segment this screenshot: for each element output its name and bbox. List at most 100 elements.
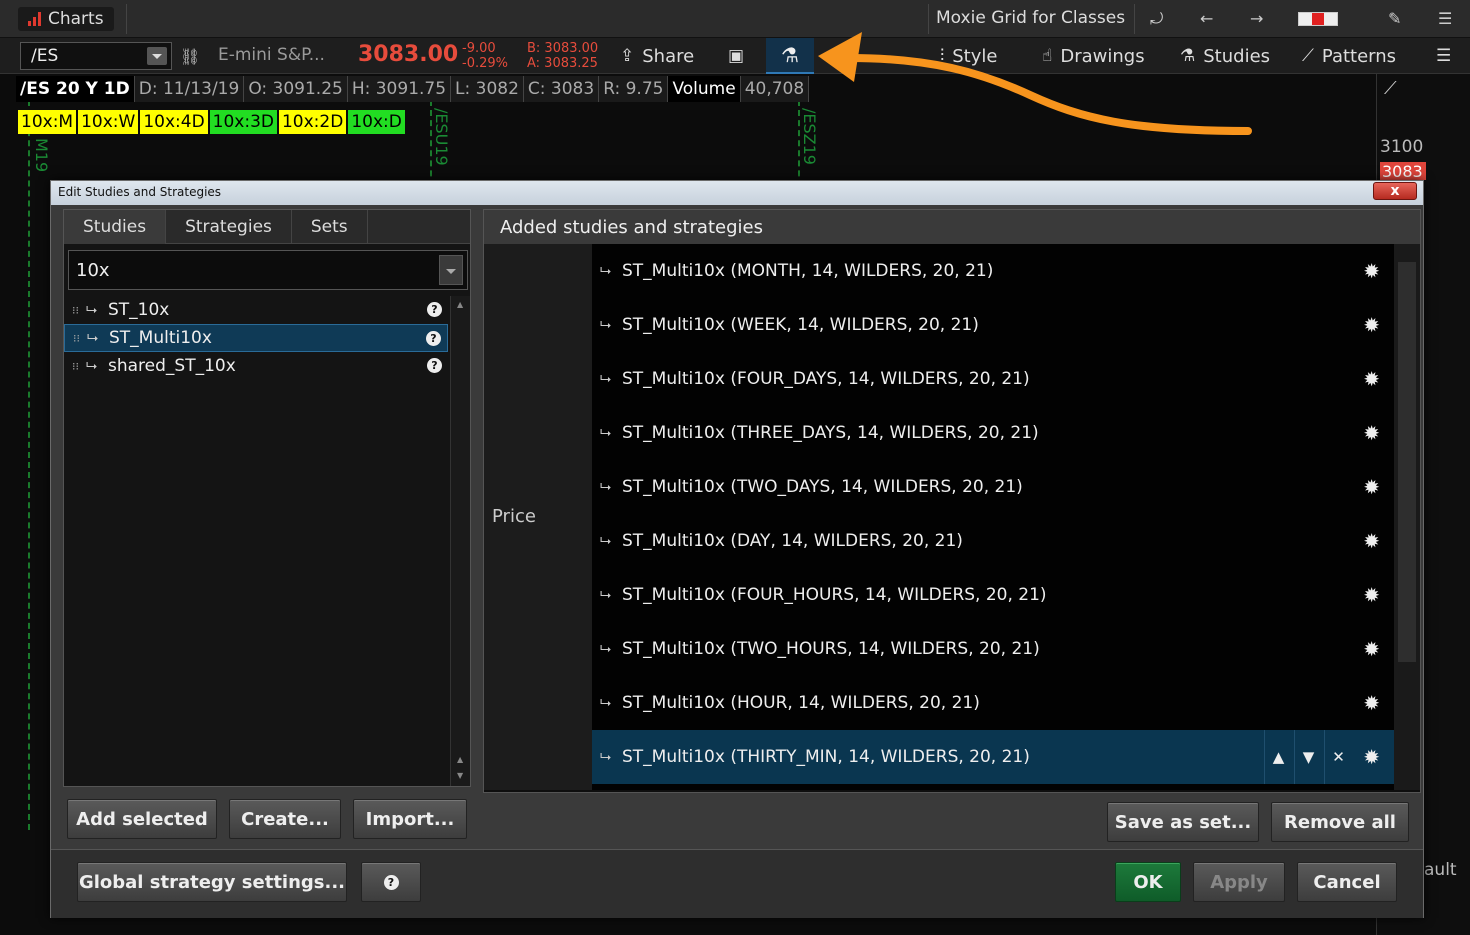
- study-list: ⁝⁝ ⮡ ST_10x ? ⁝⁝ ⮡ ST_Multi10x ? ⁝⁝ ⮡ sh…: [64, 296, 448, 786]
- study-script-icon: ⮡: [86, 302, 98, 318]
- expiry-label: M19: [32, 138, 51, 173]
- table-row[interactable]: ⮡ ST_Multi10x (HOUR, 14, WILDERS, 20, 21…: [592, 676, 1394, 730]
- table-row[interactable]: ⮡ ST_Multi10x (WEEK, 14, WILDERS, 20, 21…: [592, 298, 1394, 352]
- added-list-scrollbar[interactable]: [1394, 244, 1420, 790]
- chevron-down-icon[interactable]: [147, 47, 167, 65]
- tab-sets[interactable]: Sets: [292, 210, 368, 244]
- help-icon[interactable]: ?: [426, 331, 441, 346]
- remove-icon[interactable]: ✕: [1324, 730, 1352, 784]
- study-search-input[interactable]: 10x: [68, 250, 468, 290]
- gear-icon[interactable]: ✹: [1363, 691, 1380, 715]
- tab-studies[interactable]: Studies: [64, 210, 167, 244]
- back-arrow-icon[interactable]: ←: [1200, 9, 1213, 28]
- grid-name[interactable]: Moxie Grid for Classes: [936, 8, 1125, 28]
- study-label: 10x:2D: [278, 110, 347, 134]
- gear-icon[interactable]: ✹: [1363, 421, 1380, 445]
- forward-arrow-icon[interactable]: →: [1250, 9, 1263, 28]
- last-price: 3083.00: [358, 42, 459, 67]
- drag-handle-icon[interactable]: ⁝⁝: [72, 360, 86, 373]
- gear-icon[interactable]: ✹: [1363, 259, 1380, 283]
- price-group: Price: [484, 244, 592, 790]
- scroll-up-icon[interactable]: ▲: [457, 755, 463, 764]
- gear-icon[interactable]: ✹: [1363, 367, 1380, 391]
- screenshot-button[interactable]: ▣: [728, 38, 744, 74]
- chart-settings-icon[interactable]: ⟋: [1384, 78, 1397, 99]
- titlebar-divider: [1134, 4, 1135, 34]
- gear-icon[interactable]: ✹: [1363, 529, 1380, 553]
- scroll-down-icon[interactable]: ▼: [457, 771, 463, 780]
- drag-handle-icon[interactable]: ⁝⁝: [72, 304, 86, 317]
- table-row[interactable]: ⮡ ST_Multi10x (DAY, 14, WILDERS, 20, 21)…: [592, 514, 1394, 568]
- chevron-down-icon[interactable]: [439, 255, 463, 285]
- expiry-line: [28, 100, 30, 830]
- table-row[interactable]: ⮡ ST_Multi10x (TWO_HOURS, 14, WILDERS, 2…: [592, 622, 1394, 676]
- scroll-up-icon[interactable]: ▲: [457, 300, 463, 309]
- study-script-icon: ⮡: [600, 479, 612, 495]
- scrollbar-thumb[interactable]: [1398, 262, 1416, 662]
- ask-value: A: 3083.25: [527, 56, 598, 71]
- table-row[interactable]: ⮡ ST_Multi10x (THIRTY_MIN, 14, WILDERS, …: [592, 730, 1394, 784]
- patterns-button[interactable]: ⟋ Patterns: [1302, 38, 1396, 74]
- added-study-name: ST_Multi10x (TWO_HOURS, 14, WILDERS, 20,…: [622, 639, 1040, 659]
- info-range: R: 9.75: [599, 76, 669, 102]
- move-up-icon[interactable]: ▲: [1264, 730, 1292, 784]
- help-icon[interactable]: ?: [427, 302, 442, 317]
- ok-button[interactable]: OK: [1115, 862, 1181, 902]
- info-date: D: 11/13/19: [134, 76, 245, 102]
- menu-list-icon[interactable]: ☰: [1438, 9, 1452, 28]
- remove-all-button[interactable]: Remove all: [1271, 802, 1409, 842]
- studies-button[interactable]: ⚗ Studies: [1180, 38, 1270, 74]
- gear-icon[interactable]: ✹: [1363, 313, 1380, 337]
- flask-icon: ⚗: [1180, 46, 1196, 66]
- style-icon: ⫶: [940, 46, 945, 66]
- info-volume-label: Volume: [668, 76, 741, 102]
- close-button[interactable]: x: [1373, 182, 1417, 200]
- gear-icon[interactable]: ✹: [1363, 637, 1380, 661]
- table-row[interactable]: ⮡ ST_Multi10x (MONTH, 14, WILDERS, 20, 2…: [592, 244, 1394, 298]
- help-button[interactable]: ?: [361, 862, 421, 902]
- save-as-set-button[interactable]: Save as set...: [1107, 802, 1259, 842]
- move-down-icon[interactable]: ▼: [1294, 730, 1322, 784]
- bid-ask: B: 3083.00 A: 3083.25: [527, 41, 598, 71]
- table-row[interactable]: ⮡ ST_Multi10x (FOUR_DAYS, 14, WILDERS, 2…: [592, 352, 1394, 406]
- gear-icon[interactable]: ✹: [1363, 583, 1380, 607]
- drag-handle-icon[interactable]: ⁝⁝: [73, 332, 87, 345]
- list-item[interactable]: ⁝⁝ ⮡ ST_10x ?: [64, 296, 448, 324]
- apply-button[interactable]: Apply: [1193, 862, 1285, 902]
- tab-strategies[interactable]: Strategies: [166, 210, 292, 244]
- edit-studies-button[interactable]: ⚗: [766, 38, 814, 74]
- titlebar-divider: [126, 4, 127, 34]
- share-button[interactable]: ⇪ Share: [620, 38, 694, 74]
- change-percent: -0.29%: [462, 56, 508, 71]
- link-icon[interactable]: ⛓: [180, 47, 200, 66]
- studies-library-panel: Studies Strategies Sets 10x ⁝⁝ ⮡ ST_10x …: [63, 209, 471, 787]
- pin-icon[interactable]: ✎: [1388, 9, 1401, 28]
- study-list-scrollbar[interactable]: ▲ ▲ ▼: [450, 296, 470, 786]
- gear-icon[interactable]: ✹: [1363, 475, 1380, 499]
- charts-tab[interactable]: Charts: [18, 7, 114, 31]
- list-item[interactable]: ⁝⁝ ⮡ shared_ST_10x ?: [64, 352, 448, 380]
- add-selected-button[interactable]: Add selected: [67, 799, 217, 839]
- help-icon[interactable]: ?: [427, 358, 442, 373]
- create-button[interactable]: Create...: [229, 799, 341, 839]
- gear-icon[interactable]: ✹: [1363, 745, 1380, 769]
- style-button[interactable]: ⫶ Style: [940, 38, 997, 74]
- chart-bars-icon: [28, 12, 41, 26]
- symbol-input[interactable]: /ES: [20, 42, 172, 70]
- table-row[interactable]: ⮡ ST_Multi10x (THREE_DAYS, 14, WILDERS, …: [592, 406, 1394, 460]
- table-row[interactable]: ⮡ ST_Multi10x (TWO_DAYS, 14, WILDERS, 20…: [592, 460, 1394, 514]
- global-strategy-settings-button[interactable]: Global strategy settings...: [77, 862, 347, 902]
- drawings-button[interactable]: ☝ Drawings: [1042, 38, 1145, 74]
- rotate-icon[interactable]: ⤾: [1150, 9, 1163, 29]
- link-color-picker[interactable]: [1298, 12, 1338, 26]
- toolbar-menu-button[interactable]: ☰: [1436, 38, 1451, 74]
- study-label: 10x:M: [18, 110, 77, 134]
- study-label: 10x:W: [78, 110, 139, 134]
- table-row[interactable]: ⮡ ST_Multi10x (FOUR_HOURS, 14, WILDERS, …: [592, 568, 1394, 622]
- import-button[interactable]: Import...: [353, 799, 467, 839]
- expiry-label: /ESZ19: [800, 108, 819, 165]
- info-symbol-period: /ES 20 Y 1D: [16, 76, 135, 102]
- study-script-icon: ⮡: [600, 317, 612, 333]
- cancel-button[interactable]: Cancel: [1297, 862, 1397, 902]
- list-item[interactable]: ⁝⁝ ⮡ ST_Multi10x ?: [64, 324, 448, 352]
